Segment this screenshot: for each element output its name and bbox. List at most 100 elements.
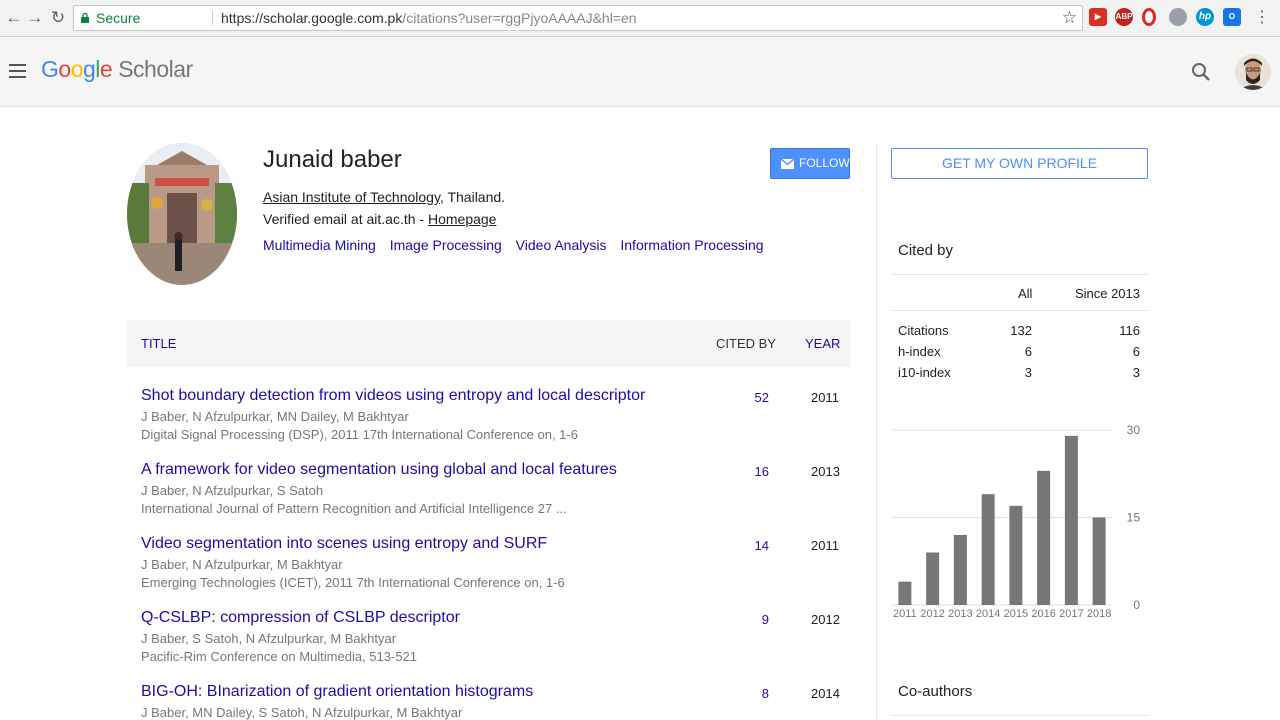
opera-icon[interactable] <box>1142 8 1156 26</box>
chart-bar <box>1009 505 1023 605</box>
hp-icon[interactable]: hp <box>1196 8 1214 26</box>
paper-title-link[interactable]: BIG-OH: BInarization of gradient orienta… <box>141 683 533 701</box>
search-icon[interactable] <box>1190 61 1212 83</box>
affiliation-country: , Thailand. <box>439 189 506 205</box>
extension-o-icon[interactable]: O <box>1223 8 1241 26</box>
paper-title-link[interactable]: Q-CSLBP: compression of CSLBP descriptor <box>141 609 460 627</box>
cited-by-count[interactable]: 16 <box>727 464 769 479</box>
lock-icon <box>81 13 89 23</box>
stat-since-value: 3 <box>1132 365 1140 380</box>
profile-photo <box>127 143 237 285</box>
scholar-header: Google Scholar <box>0 37 1280 107</box>
back-arrow-icon[interactable]: ← <box>4 8 24 28</box>
paper-year: 2014 <box>811 686 840 701</box>
affiliation-link[interactable]: Asian Institute of Technology <box>263 189 440 205</box>
logo-letter: G <box>41 56 59 82</box>
year-column-header[interactable]: YEAR <box>805 336 840 351</box>
table-row: BIG-OH: BInarization of gradient orienta… <box>127 683 850 720</box>
y-tick-label: 15 <box>1127 511 1141 525</box>
google-scholar-logo[interactable]: Google Scholar <box>41 56 193 83</box>
x-tick-label: 2015 <box>1004 608 1028 620</box>
extension-adblock-icon[interactable]: ABP <box>1115 8 1133 26</box>
chart-bar <box>1064 435 1078 605</box>
all-column-header: All <box>1018 286 1033 301</box>
paper-authors: J Baber, N Afzulpurkar, MN Dailey, M Bak… <box>141 409 409 424</box>
interest-link[interactable]: Image Processing <box>390 237 502 253</box>
stat-label: Citations <box>898 323 949 338</box>
table-header: TITLE CITED BY YEAR <box>127 320 850 367</box>
chart-bar <box>953 535 967 605</box>
interest-link[interactable]: Multimedia Mining <box>263 237 376 253</box>
logo-letter: g <box>82 56 96 82</box>
forward-arrow-icon[interactable]: → <box>25 8 45 28</box>
cited-by-count[interactable]: 8 <box>727 686 769 701</box>
homepage-link[interactable]: Homepage <box>428 211 497 227</box>
paper-venue: Pacific-Rim Conference on Multimedia, 51… <box>141 649 418 664</box>
chart-bar <box>981 494 995 605</box>
paper-venue: International Journal of Pattern Recogni… <box>141 501 567 516</box>
chart-bar <box>926 552 940 605</box>
table-row: Shot boundary detection from videos usin… <box>127 387 850 461</box>
x-tick-label: 2014 <box>976 608 1000 620</box>
table-row: Q-CSLBP: compression of CSLBP descriptor… <box>127 609 850 683</box>
x-tick-label: 2012 <box>920 608 944 620</box>
bookmark-star-icon[interactable]: ☆ <box>1062 6 1077 30</box>
title-column-header[interactable]: TITLE <box>141 336 176 351</box>
paper-authors: J Baber, MN Dailey, S Satoh, N Afzulpurk… <box>141 705 463 720</box>
paper-year: 2011 <box>811 390 839 405</box>
paper-title-link[interactable]: Video segmentation into scenes using ent… <box>141 535 547 553</box>
stat-since-value: 116 <box>1119 323 1140 338</box>
chart-bar <box>1092 517 1106 605</box>
scholar-wordmark: Scholar <box>118 56 193 82</box>
cited-by-column-header: CITED BY <box>716 336 776 351</box>
paper-title-link[interactable]: A framework for video segmentation using… <box>141 461 617 479</box>
google-wordmark: Google <box>41 56 113 82</box>
hamburger-menu-icon[interactable] <box>9 64 26 78</box>
y-tick-label: 30 <box>1127 423 1141 437</box>
paper-year: 2012 <box>811 612 840 627</box>
research-interests: Multimedia Mining Image Processing Video… <box>263 237 774 253</box>
cited-by-count[interactable]: 9 <box>727 612 769 627</box>
paper-authors: J Baber, N Afzulpurkar, S Satoh <box>141 483 324 498</box>
omnibox-separator <box>212 11 213 25</box>
table-row: Video segmentation into scenes using ent… <box>127 535 850 609</box>
follow-label: FOLLOW <box>799 156 850 170</box>
x-tick-label: 2013 <box>948 608 972 620</box>
table-row: A framework for video segmentation using… <box>127 461 850 535</box>
chart-bar <box>898 581 912 605</box>
logo-letter: o <box>58 56 71 82</box>
interest-link[interactable]: Video Analysis <box>516 237 607 253</box>
paper-venue: Emerging Technologies (ICET), 2011 7th I… <box>141 575 565 590</box>
account-avatar[interactable] <box>1235 54 1271 90</box>
interest-link[interactable]: Information Processing <box>620 237 763 253</box>
stat-label: i10-index <box>898 365 951 380</box>
x-tick-label: 2017 <box>1059 608 1083 620</box>
browser-menu-icon[interactable]: ⋮ <box>1252 8 1272 28</box>
x-tick-label: 2018 <box>1087 608 1111 620</box>
paper-year: 2011 <box>811 538 839 553</box>
paper-authors: J Baber, S Satoh, N Afzulpurkar, M Bakht… <box>141 631 397 646</box>
since-column-header: Since 2013 <box>1074 286 1140 301</box>
cited-by-count[interactable]: 52 <box>727 390 769 405</box>
profile-email: Verified email at ait.ac.th - Homepage <box>263 211 496 227</box>
profile-affiliation: Asian Institute of Technology, Thailand. <box>263 189 505 205</box>
profile-name: Junaid baber <box>263 146 402 173</box>
globe-icon[interactable] <box>1169 8 1187 26</box>
follow-button[interactable]: FOLLOW <box>770 148 850 179</box>
envelope-icon <box>781 159 794 169</box>
get-my-own-profile-button[interactable]: GET MY OWN PROFILE <box>891 148 1148 179</box>
reload-icon[interactable]: ↻ <box>48 8 68 28</box>
stat-all-value: 6 <box>1024 344 1032 359</box>
chart-bar <box>1037 470 1051 605</box>
paper-title-link[interactable]: Shot boundary detection from videos usin… <box>141 387 645 405</box>
paper-authors: J Baber, N Afzulpurkar, M Bakhtyar <box>141 557 343 572</box>
verified-email-text: Verified email at ait.ac.th - <box>263 211 428 227</box>
cited-by-count[interactable]: 14 <box>727 538 769 553</box>
stat-label: h-index <box>898 344 941 359</box>
y-tick-label: 0 <box>1133 598 1140 612</box>
address-bar[interactable]: Secure https://scholar.google.com.pk/cit… <box>73 5 1083 31</box>
divider <box>891 274 1148 275</box>
profile-photo-image <box>127 143 237 285</box>
extension-pdf-icon[interactable]: ▶ <box>1089 8 1107 26</box>
co-authors-heading: Co-authors <box>898 683 973 700</box>
